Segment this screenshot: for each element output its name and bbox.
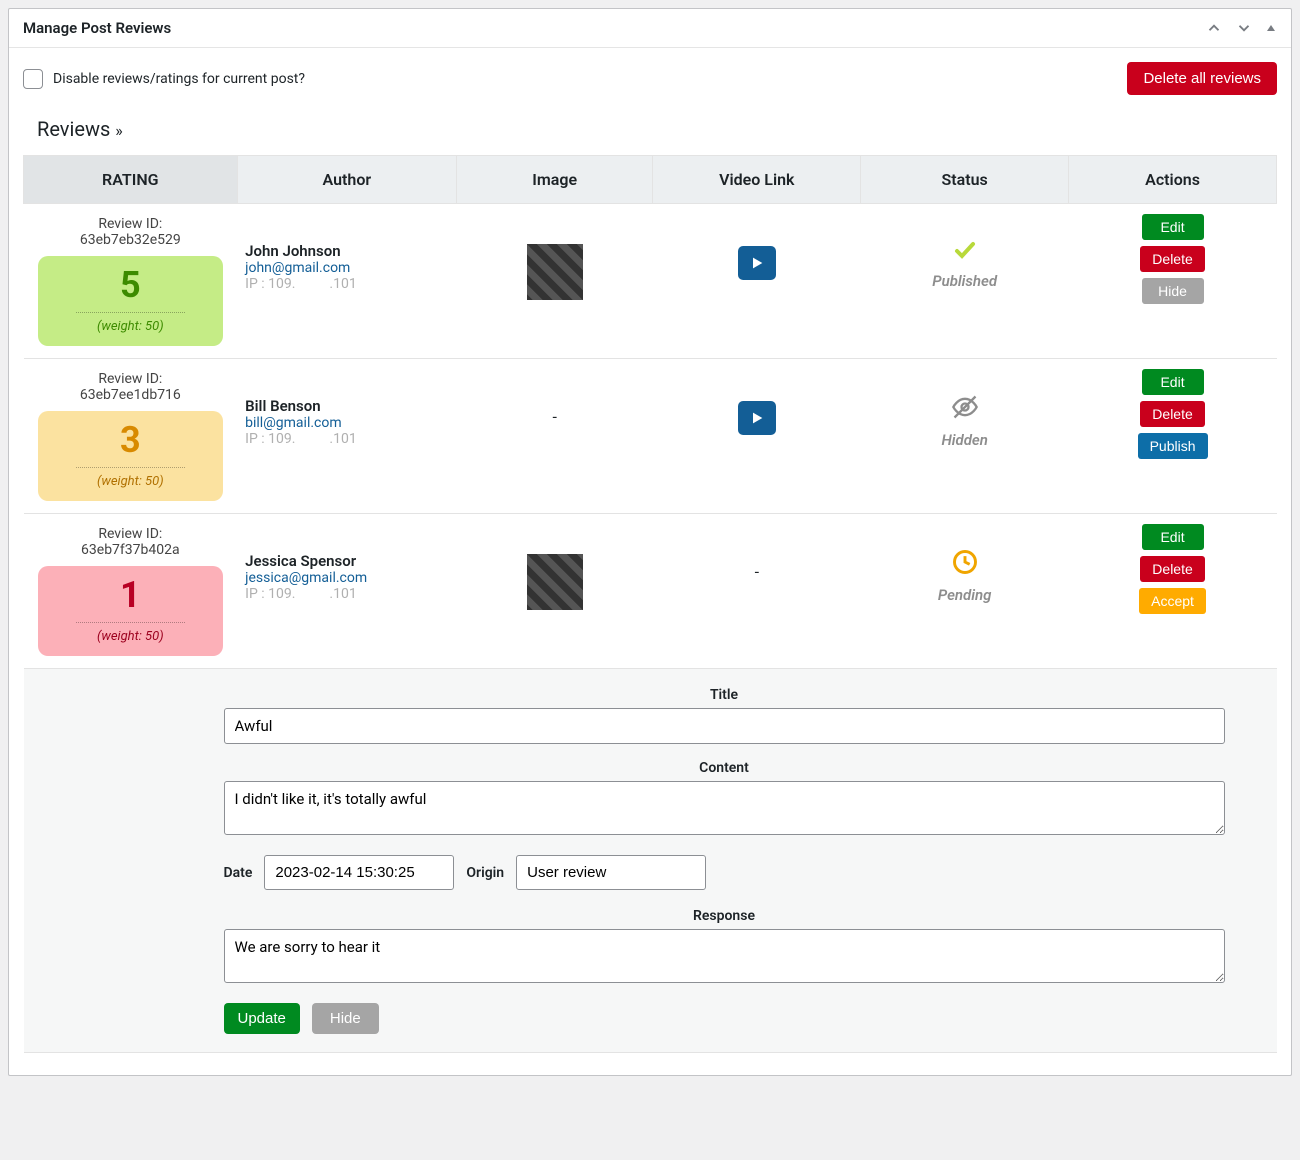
delete-button[interactable]: Delete: [1140, 556, 1204, 582]
col-actions: Actions: [1069, 156, 1277, 204]
no-image: -: [552, 407, 556, 426]
status-label: Published: [869, 272, 1061, 290]
review-id: 63eb7f37b402a: [32, 542, 230, 558]
author-name: Bill Benson: [245, 397, 448, 415]
date-input[interactable]: [264, 855, 454, 890]
rating-value: 3: [54, 419, 208, 461]
clock-icon: [949, 548, 981, 576]
disable-reviews-checkbox[interactable]: Disable reviews/ratings for current post…: [23, 69, 305, 89]
col-image: Image: [457, 156, 653, 204]
author-ip: IP : 109..101: [245, 586, 448, 602]
col-video: Video Link: [653, 156, 861, 204]
rating-box: 5 (weight: 50): [38, 256, 224, 346]
rating-value: 1: [54, 574, 208, 616]
author-ip: IP : 109..101: [245, 276, 448, 292]
eye-slash-icon: [945, 393, 985, 421]
rating-weight: (weight: 50): [54, 629, 208, 644]
update-button[interactable]: Update: [224, 1003, 300, 1034]
rating-weight: (weight: 50): [54, 319, 208, 334]
hide-button[interactable]: Hide: [312, 1003, 379, 1034]
rating-value: 5: [54, 264, 208, 306]
review-id: 63eb7eb32e529: [32, 232, 230, 248]
author-name: Jessica Spensor: [245, 552, 448, 570]
review-id: 63eb7ee1db716: [32, 387, 230, 403]
status-label: Hidden: [869, 431, 1061, 449]
video-play-button[interactable]: [738, 401, 776, 435]
status-label: Pending: [869, 586, 1061, 604]
content-label: Content: [224, 760, 1225, 776]
author-email[interactable]: bill@gmail.com: [245, 415, 448, 431]
response-label: Response: [224, 908, 1225, 924]
review-id-label: Review ID:: [32, 371, 230, 387]
table-row: Review ID: 63eb7eb32e529 5 (weight: 50) …: [24, 204, 1277, 359]
video-play-button[interactable]: [738, 246, 776, 280]
edit-button[interactable]: Edit: [1142, 369, 1204, 395]
accept-button[interactable]: Accept: [1139, 588, 1206, 614]
delete-all-button[interactable]: Delete all reviews: [1127, 62, 1277, 95]
col-author: Author: [237, 156, 456, 204]
check-icon: [950, 238, 980, 262]
edit-button[interactable]: Edit: [1142, 214, 1204, 240]
origin-input[interactable]: [516, 855, 706, 890]
date-label: Date: [224, 865, 253, 881]
triangle-up-icon[interactable]: [1265, 22, 1277, 34]
response-textarea[interactable]: We are sorry to hear it: [224, 929, 1225, 983]
title-input[interactable]: [224, 708, 1225, 744]
table-row: Review ID: 63eb7ee1db716 3 (weight: 50) …: [24, 359, 1277, 514]
review-id-label: Review ID:: [32, 526, 230, 542]
title-label: Title: [224, 687, 1225, 703]
review-id-label: Review ID:: [32, 216, 230, 232]
chevron-up-icon[interactable]: [1205, 19, 1223, 37]
panel-title: Manage Post Reviews: [23, 19, 171, 37]
origin-label: Origin: [466, 865, 504, 881]
col-status: Status: [861, 156, 1069, 204]
rating-box: 3 (weight: 50): [38, 411, 224, 501]
delete-button[interactable]: Delete: [1140, 401, 1204, 427]
checkbox-icon: [23, 69, 43, 89]
author-email[interactable]: jessica@gmail.com: [245, 570, 448, 586]
hide-button[interactable]: Hide: [1142, 278, 1204, 304]
col-rating: RATING: [24, 156, 238, 204]
publish-button[interactable]: Publish: [1138, 433, 1208, 459]
content-textarea[interactable]: I didn't like it, it's totally awful: [224, 781, 1225, 835]
chevron-down-icon[interactable]: [1235, 19, 1253, 37]
review-thumbnail[interactable]: [527, 554, 583, 610]
review-thumbnail[interactable]: [527, 244, 583, 300]
rating-weight: (weight: 50): [54, 474, 208, 489]
delete-button[interactable]: Delete: [1140, 246, 1204, 272]
no-video: -: [755, 562, 759, 581]
edit-button[interactable]: Edit: [1142, 524, 1204, 550]
author-name: John Johnson: [245, 242, 448, 260]
editor-row: Title Content I didn't like it, it's tot…: [24, 669, 1277, 1053]
reviews-heading: Reviews »: [37, 117, 1277, 141]
author-ip: IP : 109..101: [245, 431, 448, 447]
author-email[interactable]: john@gmail.com: [245, 260, 448, 276]
disable-reviews-label: Disable reviews/ratings for current post…: [53, 71, 305, 87]
table-row: Review ID: 63eb7f37b402a 1 (weight: 50) …: [24, 514, 1277, 669]
rating-box: 1 (weight: 50): [38, 566, 224, 656]
